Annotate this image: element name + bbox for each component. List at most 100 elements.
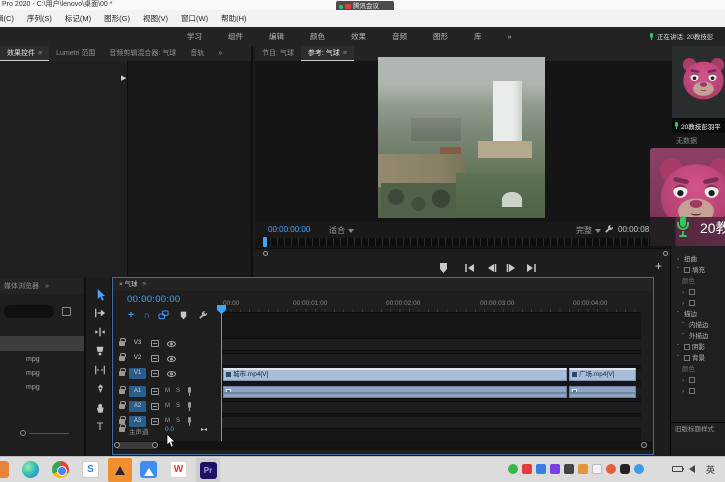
sogou-input-icon[interactable]: S xyxy=(82,461,99,478)
graphics-row[interactable]: ˇ背景 xyxy=(671,353,725,364)
checkbox-icon[interactable] xyxy=(684,355,690,361)
lane-v3[interactable] xyxy=(222,338,641,351)
tab-media-browser[interactable]: 媒体浏览器 xyxy=(0,279,43,294)
pen-tool[interactable] xyxy=(93,382,107,396)
menu-clip[interactable]: 辑(C) xyxy=(0,13,14,24)
slip-tool[interactable] xyxy=(93,363,107,377)
workspace-tab-libraries[interactable]: 库 xyxy=(461,31,495,42)
lock-icon[interactable] xyxy=(119,371,125,376)
monitor-panel-menu-icon[interactable]: ≡ xyxy=(343,50,347,57)
razor-tool[interactable] xyxy=(93,344,107,358)
selected-file-row[interactable] xyxy=(0,336,84,351)
premiere-pro-icon[interactable]: Pr xyxy=(196,458,220,482)
zoom-handle-left[interactable] xyxy=(114,442,120,448)
monitor-current-timecode[interactable]: 00:00:00:00 xyxy=(268,225,310,234)
insert-nest-icon[interactable]: + xyxy=(125,309,137,321)
disclosure-icon[interactable]: ˇ xyxy=(682,331,689,342)
hand-tool[interactable] xyxy=(93,401,107,415)
checkbox-icon[interactable] xyxy=(684,344,690,350)
disclosure-icon[interactable]: › xyxy=(682,386,689,397)
playback-resolution-select[interactable]: 完整 xyxy=(576,225,601,236)
disclosure-icon[interactable]: ˇ xyxy=(677,353,684,364)
tray-mic-icon[interactable] xyxy=(620,464,630,474)
workspace-tab-audio[interactable]: 音频 xyxy=(379,31,420,42)
tab-program-monitor[interactable]: 节目: 气球 xyxy=(255,46,301,61)
checkbox-icon[interactable] xyxy=(684,267,690,273)
solo-button[interactable]: S xyxy=(176,388,180,394)
eye-icon[interactable] xyxy=(167,356,176,362)
track-sync-icon[interactable] xyxy=(151,418,159,425)
add-marker-button[interactable] xyxy=(435,261,451,275)
step-back-button[interactable] xyxy=(483,261,499,275)
workspace-tab-editing[interactable]: 编辑 xyxy=(256,31,297,42)
track-select-forward-tool[interactable] xyxy=(93,306,107,320)
snap-magnet-icon[interactable]: ∩ xyxy=(141,309,153,321)
tray-icon-white[interactable] xyxy=(592,464,602,474)
eye-icon[interactable] xyxy=(167,371,176,377)
track-label[interactable]: A2 xyxy=(129,401,146,412)
disclosure-icon[interactable]: › xyxy=(677,254,684,265)
tray-icon-purple[interactable] xyxy=(550,464,560,474)
lane-v2[interactable] xyxy=(222,353,641,366)
linked-selection-icon[interactable] xyxy=(157,309,169,321)
menu-sequence[interactable]: 序列(S) xyxy=(27,13,52,24)
scrubber-left-handle[interactable] xyxy=(263,251,268,256)
scrollbar-handle[interactable] xyxy=(115,442,157,449)
track-sync-icon[interactable] xyxy=(151,388,159,395)
graphics-row[interactable]: › xyxy=(671,375,725,386)
zoom-handle-right[interactable] xyxy=(152,442,158,448)
graphics-row[interactable]: ˇ内描边 xyxy=(671,320,725,331)
clip-city-video[interactable]: 城市.mp4[V] xyxy=(223,368,567,381)
tab-reference-monitor[interactable]: 参考: 气球≡ xyxy=(301,46,354,61)
meeting-speaking-bar[interactable]: 正在讲话: 20教技彭 xyxy=(645,27,725,45)
meeting-main-window[interactable]: 20教 xyxy=(650,148,725,246)
tray-icon-swirl[interactable] xyxy=(634,464,644,474)
menu-help[interactable]: 帮助(H) xyxy=(221,13,246,24)
mute-button[interactable]: M xyxy=(165,388,170,394)
mic-icon[interactable] xyxy=(187,387,192,396)
sequence-tab-close-icon[interactable]: × xyxy=(119,281,123,288)
menu-markers[interactable]: 标记(M) xyxy=(65,13,91,24)
taskbar-app-partial-icon[interactable] xyxy=(0,461,9,478)
workspace-tab-learning[interactable]: 学习 xyxy=(174,31,215,42)
orange-ship-app-icon[interactable] xyxy=(108,458,132,482)
graphics-row[interactable]: › xyxy=(671,287,725,298)
tab-audio-clip-mixer[interactable]: 音频剪辑混合器: 气球 xyxy=(102,46,183,61)
workspace-tab-graphics[interactable]: 图形 xyxy=(420,31,461,42)
lock-icon[interactable] xyxy=(119,404,125,409)
tab-effect-controls[interactable]: 效果控件≡ xyxy=(0,46,49,61)
track-sync-icon[interactable] xyxy=(151,355,159,362)
lock-icon[interactable] xyxy=(119,356,125,361)
timeline-timecode[interactable]: 00:00:00:00 xyxy=(127,294,181,305)
photos-app-icon[interactable] xyxy=(140,461,157,478)
disclosure-icon[interactable]: ˇ xyxy=(677,309,684,320)
track-label[interactable]: V3 xyxy=(129,338,146,349)
tray-icon-red-round[interactable] xyxy=(606,464,616,474)
workspace-tab-color[interactable]: 颜色 xyxy=(297,31,338,42)
list-view-icon[interactable] xyxy=(62,307,71,316)
button-editor-plus-icon[interactable]: + xyxy=(655,259,662,273)
tray-icon-dark[interactable] xyxy=(564,464,574,474)
input-method-indicator[interactable]: 英 xyxy=(706,463,715,476)
play-toggle-icon[interactable]: ▶ xyxy=(121,74,126,82)
graphics-row[interactable]: ›扭曲 xyxy=(671,254,725,265)
zoom-level-select[interactable]: 适合 xyxy=(329,225,354,236)
timeline-panel-menu-icon[interactable]: ≡ xyxy=(142,281,146,288)
checkbox-icon[interactable] xyxy=(689,388,695,394)
master-level-value[interactable]: 0.0 xyxy=(165,426,174,433)
tab-audio-track[interactable]: 音轨 xyxy=(183,46,211,61)
graphics-row[interactable]: › xyxy=(671,298,725,309)
meeting-thumbnail-video[interactable] xyxy=(672,46,725,118)
go-to-out-button[interactable] xyxy=(523,261,539,275)
track-label[interactable]: V1 xyxy=(129,368,146,379)
checkbox-icon[interactable] xyxy=(689,300,695,306)
selection-tool[interactable] xyxy=(93,287,107,301)
file-item[interactable]: mpg xyxy=(26,384,40,391)
workspace-tab-effects[interactable]: 效果 xyxy=(338,31,379,42)
edge-browser-icon[interactable] xyxy=(22,461,39,478)
clip-plaza-video[interactable]: 广场.mp4[V] xyxy=(569,368,636,381)
scrollbar-right-handle[interactable] xyxy=(641,442,647,448)
project-overflow-chevron[interactable]: » xyxy=(43,279,51,294)
disclosure-icon[interactable]: › xyxy=(682,287,689,298)
type-tool[interactable]: T xyxy=(93,420,107,434)
